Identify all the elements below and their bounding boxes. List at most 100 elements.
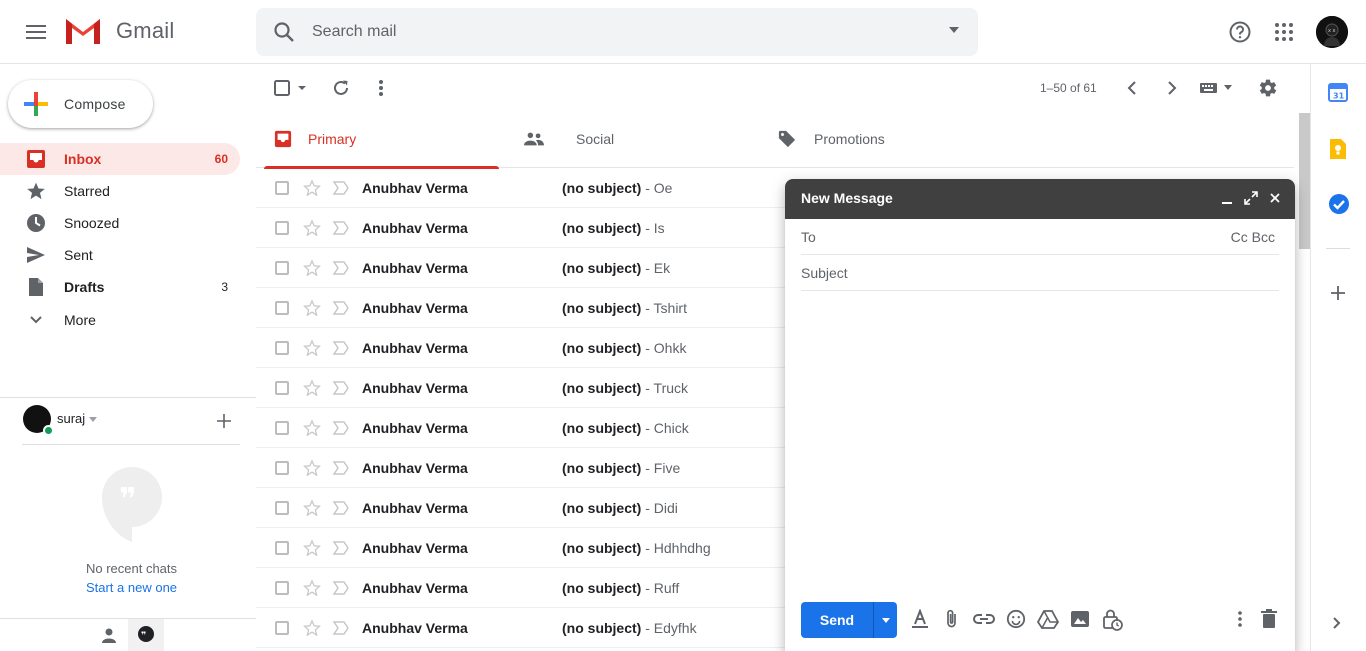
row-checkbox[interactable] [275,301,289,315]
row-checkbox[interactable] [275,461,289,475]
importance-marker-icon[interactable] [333,501,349,515]
subject-field[interactable] [801,255,1279,291]
message-body[interactable] [801,299,1279,589]
new-chat-plus-icon[interactable] [216,413,232,429]
start-chat-link[interactable]: Start a new one [0,580,263,595]
attach-files-icon[interactable] [943,609,961,629]
schedule-send-caret-icon[interactable] [873,602,897,638]
account-avatar[interactable]: x x [1316,16,1348,48]
row-checkbox[interactable] [275,541,289,555]
star-icon[interactable] [303,539,321,557]
tab-label: Promotions [814,131,885,147]
nav-item-starred[interactable]: Starred [0,175,240,207]
email-sender: Anubhav Verma [362,540,468,556]
close-icon[interactable] [1269,191,1281,205]
discard-draft-trash-icon[interactable] [1261,609,1277,629]
importance-marker-icon[interactable] [333,301,349,315]
chevron-down-icon [26,310,46,330]
hangouts-tab-icon[interactable]: ❞ [128,619,164,651]
importance-marker-icon[interactable] [333,341,349,355]
subject-input[interactable] [801,261,1271,285]
older-chevron-right-icon[interactable] [1166,76,1178,100]
row-checkbox[interactable] [275,261,289,275]
compose-header[interactable]: New Message [785,179,1295,219]
importance-marker-icon[interactable] [333,581,349,595]
star-icon[interactable] [303,219,321,237]
search-bar[interactable] [256,8,978,56]
search-options-caret-icon[interactable] [948,26,960,34]
star-icon[interactable] [303,459,321,477]
row-checkbox[interactable] [275,581,289,595]
add-addon-plus-icon[interactable] [1328,283,1350,305]
full-screen-icon[interactable] [1244,191,1258,205]
nav-item-snoozed[interactable]: Snoozed [0,207,240,239]
importance-marker-icon[interactable] [333,261,349,275]
search-input[interactable] [312,20,912,44]
nav-item-inbox[interactable]: Inbox 60 [0,143,240,175]
input-tools-keyboard-icon[interactable] [1200,76,1234,100]
row-checkbox[interactable] [275,621,289,635]
send-button[interactable]: Send [801,602,873,638]
more-vert-icon[interactable] [378,76,384,100]
more-options-icon[interactable] [1236,609,1244,629]
insert-photo-icon[interactable] [1070,609,1090,629]
side-panel-chevron-right-icon[interactable] [1328,613,1350,635]
emoji-icon[interactable] [1005,609,1027,629]
tab-social[interactable]: Social [508,112,751,168]
settings-gear-icon[interactable] [1258,76,1278,100]
calendar-icon[interactable]: 31 [1328,82,1350,104]
cc-bcc-links[interactable]: Cc Bcc [1231,229,1275,245]
nav-item-drafts[interactable]: Drafts 3 [0,271,240,303]
apps-grid-icon[interactable] [1268,16,1300,48]
keep-notes-icon[interactable] [1328,138,1350,160]
star-icon[interactable] [303,499,321,517]
newer-chevron-left-icon[interactable] [1126,76,1138,100]
google-drive-icon[interactable] [1037,609,1059,629]
to-field[interactable]: To Cc Bcc [801,219,1279,255]
nav-item-more[interactable]: More [0,304,240,336]
row-checkbox[interactable] [275,221,289,235]
importance-marker-icon[interactable] [333,621,349,635]
formatting-options-icon[interactable] [910,609,930,629]
status-caret-icon[interactable] [89,417,97,422]
row-checkbox[interactable] [275,341,289,355]
scrollbar-thumb[interactable] [1299,113,1310,249]
hangouts-user-name[interactable]: suraj [57,411,85,426]
star-icon[interactable] [303,379,321,397]
row-checkbox[interactable] [275,501,289,515]
gmail-logo[interactable]: Gmail [64,16,174,46]
confidential-mode-icon[interactable] [1101,609,1123,631]
row-checkbox[interactable] [275,181,289,195]
importance-marker-icon[interactable] [333,541,349,555]
importance-marker-icon[interactable] [333,221,349,235]
help-icon[interactable] [1224,16,1256,48]
star-icon[interactable] [303,339,321,357]
star-icon[interactable] [303,619,321,637]
importance-marker-icon[interactable] [333,461,349,475]
row-checkbox[interactable] [275,381,289,395]
main-menu-icon[interactable] [20,16,52,48]
contacts-person-icon[interactable] [100,627,118,645]
insert-link-icon[interactable] [973,609,995,629]
minimize-icon[interactable] [1221,191,1233,205]
search-icon[interactable] [272,20,296,44]
star-icon[interactable] [303,419,321,437]
people-icon [524,130,544,148]
nav-label: Inbox [64,151,102,167]
to-label: To [801,229,816,245]
star-icon[interactable] [303,299,321,317]
select-all-checkbox[interactable] [274,76,310,100]
compose-button[interactable]: Compose [8,80,153,128]
refresh-icon[interactable] [332,76,350,100]
star-icon[interactable] [303,579,321,597]
star-icon[interactable] [303,259,321,277]
tab-promotions[interactable]: Promotions [762,112,1005,168]
nav-item-sent[interactable]: Sent [0,239,240,271]
importance-marker-icon[interactable] [333,381,349,395]
importance-marker-icon[interactable] [333,181,349,195]
tab-primary[interactable]: Primary [256,112,499,169]
importance-marker-icon[interactable] [333,421,349,435]
row-checkbox[interactable] [275,421,289,435]
star-icon[interactable] [303,179,321,197]
tasks-icon[interactable] [1328,193,1350,215]
